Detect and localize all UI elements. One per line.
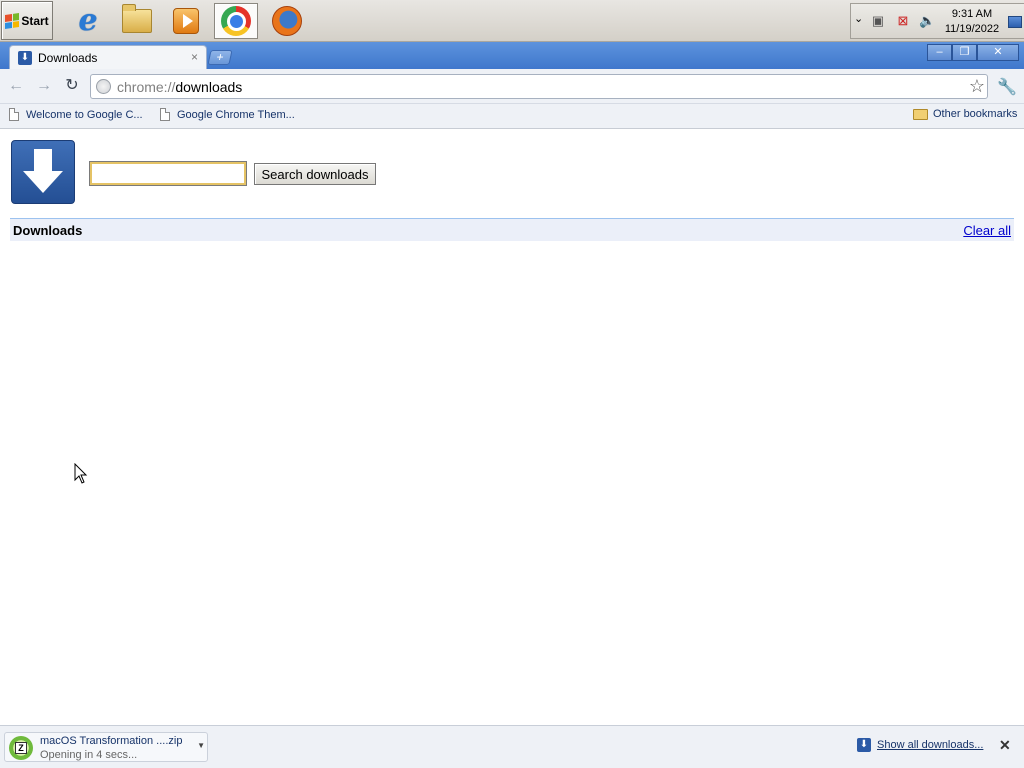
- show-desktop-button[interactable]: [1008, 16, 1022, 28]
- tray-expand-icon[interactable]: ⌄: [854, 12, 863, 25]
- network-disconnected-icon[interactable]: ⊠: [895, 14, 911, 28]
- start-button[interactable]: Start: [1, 1, 53, 40]
- wrench-menu-icon[interactable]: 🔧: [997, 77, 1017, 97]
- bookmark-welcome[interactable]: Welcome to Google C...: [9, 108, 143, 121]
- taskbar-chrome[interactable]: [214, 3, 258, 39]
- start-label: Start: [21, 13, 49, 28]
- page-icon: [9, 108, 19, 121]
- downloads-title: Downloads: [13, 222, 83, 238]
- folder-icon: [913, 108, 928, 120]
- clock-time: 9:31 AM: [951, 8, 993, 20]
- folder-icon: [122, 4, 152, 33]
- zip-file-icon: Z: [9, 736, 33, 760]
- download-icon: ⬇: [857, 738, 871, 752]
- close-shelf-icon[interactable]: ✕: [999, 737, 1011, 754]
- network-icon[interactable]: ▣: [870, 14, 886, 28]
- show-all-downloads-link[interactable]: ⬇ Show all downloads...: [857, 738, 983, 752]
- url-scheme: chrome://: [117, 79, 176, 95]
- media-player-icon: [173, 8, 199, 34]
- firefox-icon: [272, 6, 302, 36]
- search-downloads-button[interactable]: Search downloads: [254, 163, 376, 185]
- taskbar-firefox[interactable]: [265, 3, 309, 39]
- address-bar[interactable]: chrome://downloads ☆: [90, 74, 988, 99]
- tab-close-icon[interactable]: ×: [191, 50, 198, 64]
- bookmark-label: Google Chrome Them...: [177, 108, 295, 121]
- tab-downloads[interactable]: ⬇ Downloads ×: [9, 45, 207, 69]
- page-icon: [160, 108, 170, 121]
- chrome-icon: [221, 6, 251, 36]
- download-file-name: macOS Transformation ....zip: [40, 735, 183, 747]
- globe-icon: [96, 79, 111, 94]
- downloads-section-header: Downloads Clear all: [10, 218, 1014, 241]
- bookmarks-bar: Welcome to Google C... Google Chrome The…: [0, 104, 1024, 129]
- clock-date: 11/19/2022: [944, 23, 1000, 35]
- other-bookmarks-label: Other bookmarks: [933, 108, 1018, 120]
- browser-toolbar: ← → ↻ chrome://downloads ☆ 🔧: [0, 69, 1024, 104]
- search-downloads-input[interactable]: [89, 161, 247, 186]
- taskbar-internet-explorer[interactable]: e: [66, 3, 110, 39]
- new-tab-button[interactable]: +: [207, 50, 233, 65]
- taskbar-windows-explorer[interactable]: [115, 3, 159, 39]
- browser-title-bar: ⬇ Downloads × + – ❐ ✕: [0, 42, 1024, 69]
- download-icon: ⬇: [18, 50, 32, 65]
- bookmark-label: Welcome to Google C...: [26, 108, 143, 121]
- minimize-button[interactable]: –: [927, 44, 952, 61]
- download-shelf: Z macOS Transformation ....zip Opening i…: [0, 725, 1024, 768]
- url-path: downloads: [175, 79, 243, 95]
- bookmark-star-icon[interactable]: ☆: [969, 76, 985, 96]
- restore-button[interactable]: ❐: [952, 44, 977, 61]
- back-button[interactable]: ←: [6, 76, 26, 96]
- show-all-downloads-label: Show all downloads...: [877, 739, 984, 751]
- downloads-logo-icon: [11, 140, 75, 204]
- other-bookmarks[interactable]: Other bookmarks: [913, 108, 1017, 120]
- taskbar: Start e ⌄ ▣ ⊠ 🔈 9:31 AM 11/19/2022: [0, 0, 1024, 42]
- download-status: Opening in 4 secs...: [40, 749, 138, 761]
- downloads-page: Search downloads Downloads Clear all: [0, 129, 1024, 725]
- download-item[interactable]: Z macOS Transformation ....zip Opening i…: [4, 732, 208, 762]
- volume-icon[interactable]: 🔈: [919, 14, 935, 28]
- windows-logo-icon: [5, 12, 20, 29]
- clock[interactable]: 9:31 AM 11/19/2022: [943, 7, 1001, 37]
- internet-explorer-icon: e: [78, 3, 98, 38]
- close-button[interactable]: ✕: [977, 44, 1019, 61]
- url-text[interactable]: chrome://downloads: [117, 79, 242, 95]
- forward-button[interactable]: →: [34, 76, 54, 96]
- system-tray: ⌄ ▣ ⊠ 🔈 9:31 AM 11/19/2022: [850, 3, 1024, 39]
- tab-title: Downloads: [38, 50, 98, 65]
- download-menu-icon[interactable]: ▼: [197, 741, 205, 750]
- reload-button[interactable]: ↻: [62, 76, 82, 96]
- taskbar-media-player[interactable]: [164, 3, 208, 39]
- clear-all-link[interactable]: Clear all: [963, 223, 1011, 238]
- bookmark-themes[interactable]: Google Chrome Them...: [160, 108, 295, 121]
